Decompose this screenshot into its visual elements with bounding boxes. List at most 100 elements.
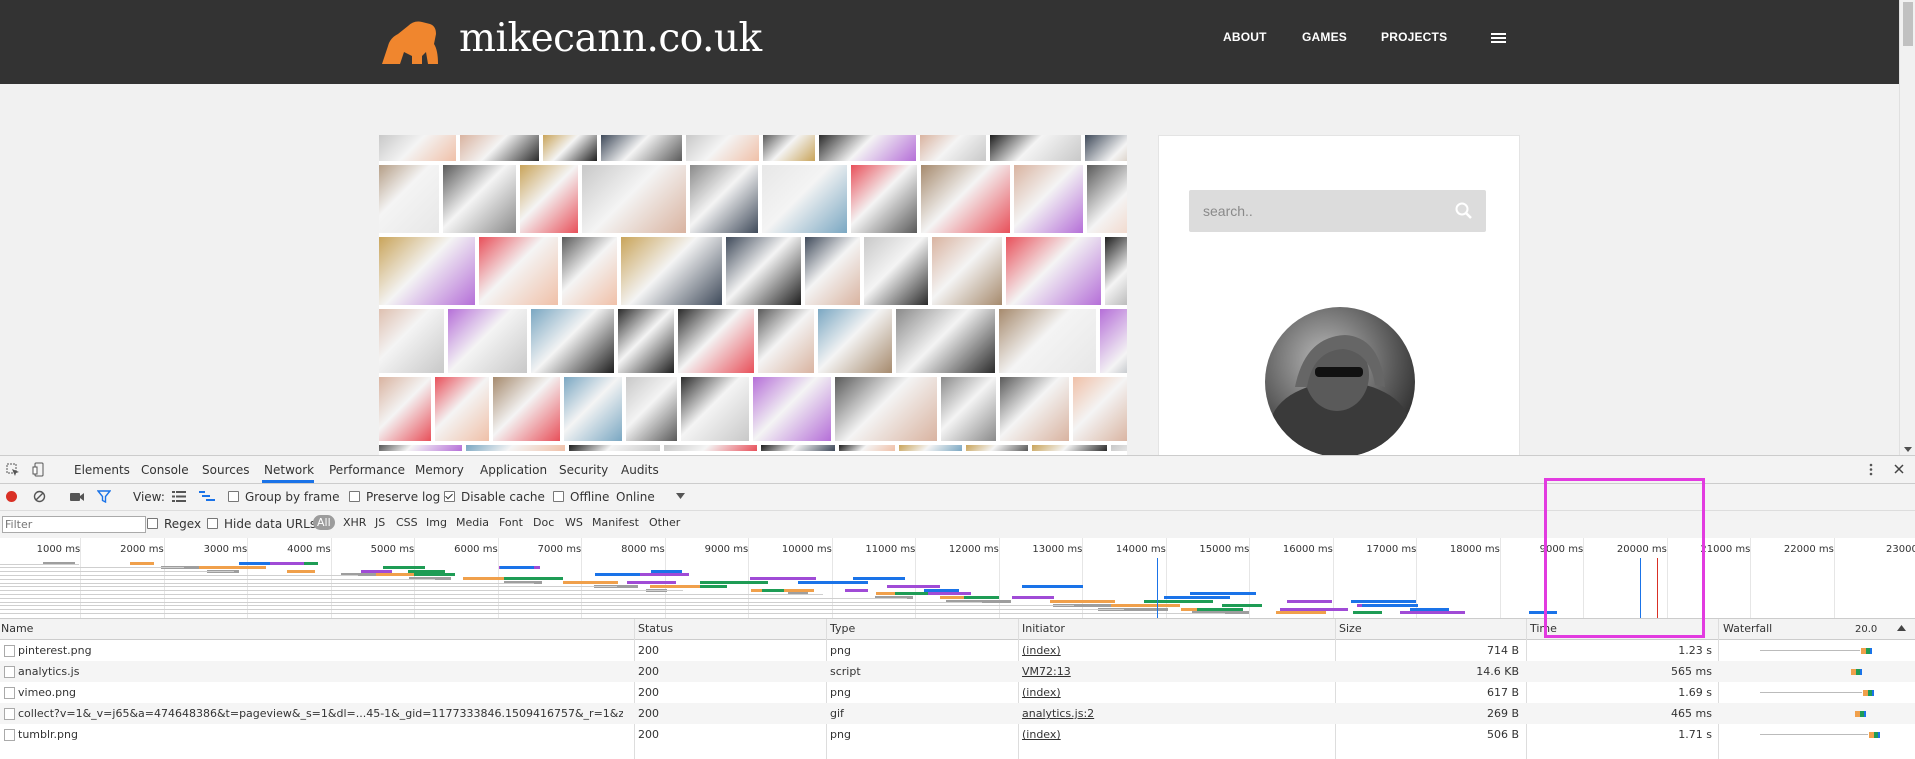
site-title[interactable]: mikecann.co.uk <box>459 14 762 64</box>
product-thumbnail[interactable] <box>966 445 1028 451</box>
product-thumbnail[interactable] <box>569 445 660 451</box>
column-name[interactable]: Name <box>1 622 33 635</box>
tab-application[interactable]: Application <box>480 463 547 477</box>
product-thumbnail[interactable] <box>562 237 617 305</box>
tab-console[interactable]: Console <box>141 463 189 477</box>
filter-type-font[interactable]: Font <box>499 516 523 529</box>
filter-type-xhr[interactable]: XHR <box>343 516 366 529</box>
column-size[interactable]: Size <box>1339 622 1362 635</box>
request-initiator[interactable]: VM72:13 <box>1022 665 1322 678</box>
product-thumbnail[interactable] <box>999 309 1096 373</box>
filter-type-doc[interactable]: Doc <box>533 516 554 529</box>
request-initiator[interactable]: (index) <box>1022 728 1322 741</box>
tab-performance[interactable]: Performance <box>329 463 405 477</box>
product-thumbnail[interactable] <box>896 309 995 373</box>
product-thumbnail[interactable] <box>448 309 527 373</box>
filter-type-js[interactable]: JS <box>375 516 385 529</box>
tab-memory[interactable]: Memory <box>415 463 464 477</box>
offline-checkbox[interactable] <box>553 491 564 502</box>
more-options-icon[interactable] <box>1869 463 1873 476</box>
product-thumbnail[interactable] <box>379 165 439 233</box>
tab-sources[interactable]: Sources <box>202 463 249 477</box>
request-initiator[interactable]: (index) <box>1022 644 1322 657</box>
filter-type-ws[interactable]: WS <box>565 516 583 529</box>
product-thumbnail[interactable] <box>851 165 917 233</box>
product-thumbnail[interactable] <box>920 135 986 161</box>
nav-about[interactable]: ABOUT <box>1223 30 1267 44</box>
column-status[interactable]: Status <box>638 622 673 635</box>
product-thumbnail[interactable] <box>941 377 996 441</box>
table-row[interactable]: pinterest.png 200 png (index) 714 B 1.23 s <box>0 640 1915 661</box>
product-thumbnail[interactable] <box>899 445 962 451</box>
sort-up-icon[interactable] <box>1897 625 1906 631</box>
product-thumbnail[interactable] <box>564 377 622 441</box>
product-thumbnail[interactable] <box>839 445 895 451</box>
throttling-select[interactable]: Online <box>616 490 655 504</box>
product-thumbnail[interactable] <box>1085 135 1127 161</box>
product-thumbnail[interactable] <box>761 445 835 451</box>
product-thumbnail[interactable] <box>805 237 860 305</box>
device-toolbar-icon[interactable] <box>32 462 44 477</box>
filter-type-other[interactable]: Other <box>649 516 680 529</box>
product-thumbnail[interactable] <box>543 135 597 161</box>
filter-type-media[interactable]: Media <box>456 516 489 529</box>
product-thumbnail[interactable] <box>762 165 847 233</box>
product-thumbnail[interactable] <box>763 135 815 161</box>
product-thumbnail[interactable] <box>818 309 892 373</box>
filter-icon[interactable] <box>97 490 111 503</box>
product-thumbnail[interactable] <box>1100 309 1127 373</box>
tab-security[interactable]: Security <box>559 463 608 477</box>
column-waterfall[interactable]: Waterfall <box>1723 622 1772 635</box>
disable-cache-checkbox[interactable] <box>444 491 455 502</box>
scrollbar-thumb[interactable] <box>1903 2 1913 46</box>
filter-input[interactable] <box>2 516 146 533</box>
page-scrollbar[interactable] <box>1899 0 1915 455</box>
tab-elements[interactable]: Elements <box>74 463 130 477</box>
filter-type-img[interactable]: Img <box>426 516 447 529</box>
inspect-element-icon[interactable] <box>6 463 20 477</box>
product-thumbnail[interactable] <box>864 237 928 305</box>
product-thumbnail[interactable] <box>1105 237 1127 305</box>
product-thumbnail[interactable] <box>1000 377 1069 441</box>
gorilla-logo-icon[interactable] <box>378 16 442 66</box>
clear-icon[interactable] <box>33 490 46 503</box>
table-row[interactable]: vimeo.png 200 png (index) 617 B 1.69 s <box>0 682 1915 703</box>
product-thumbnail[interactable] <box>379 135 456 161</box>
product-thumbnail[interactable] <box>531 309 614 373</box>
product-thumbnail[interactable] <box>601 135 682 161</box>
product-thumbnail[interactable] <box>493 377 560 441</box>
scroll-down-arrow-icon[interactable] <box>1904 447 1912 452</box>
product-thumbnail[interactable] <box>618 309 674 373</box>
filter-type-manifest[interactable]: Manifest <box>592 516 639 529</box>
capture-screenshots-icon[interactable] <box>69 491 85 502</box>
product-thumbnail[interactable] <box>758 309 814 373</box>
product-thumbnail[interactable] <box>1032 445 1107 451</box>
column-initiator[interactable]: Initiator <box>1022 622 1065 635</box>
request-initiator[interactable]: analytics.js:2 <box>1022 707 1322 720</box>
product-thumbnail[interactable] <box>466 445 565 451</box>
product-thumbnail[interactable] <box>681 377 749 441</box>
product-thumbnail[interactable] <box>379 309 444 373</box>
product-thumbnail[interactable] <box>932 237 1002 305</box>
product-thumbnail[interactable] <box>678 309 754 373</box>
nav-projects[interactable]: PROJECTS <box>1381 30 1447 44</box>
product-thumbnail[interactable] <box>379 377 431 441</box>
product-thumbnail[interactable] <box>443 165 516 233</box>
menu-icon[interactable] <box>1491 33 1506 46</box>
product-thumbnail[interactable] <box>990 135 1081 161</box>
product-thumbnail[interactable] <box>520 165 578 233</box>
product-thumbnail[interactable] <box>379 237 475 305</box>
group-by-frame-checkbox[interactable] <box>228 491 239 502</box>
preserve-log-checkbox[interactable] <box>349 491 360 502</box>
large-request-rows-icon[interactable] <box>172 491 186 502</box>
chevron-down-icon[interactable] <box>676 493 685 499</box>
product-thumbnail[interactable] <box>726 237 801 305</box>
product-thumbnail[interactable] <box>582 165 686 233</box>
column-type[interactable]: Type <box>830 622 855 635</box>
tab-audits[interactable]: Audits <box>621 463 659 477</box>
product-thumbnail[interactable] <box>686 135 759 161</box>
search-icon[interactable] <box>1454 201 1474 221</box>
hide-data-urls-checkbox[interactable] <box>207 518 218 529</box>
product-thumbnail[interactable] <box>1014 165 1083 233</box>
table-row[interactable]: analytics.js 200 script VM72:13 14.6 KB 565 m… <box>0 661 1915 682</box>
